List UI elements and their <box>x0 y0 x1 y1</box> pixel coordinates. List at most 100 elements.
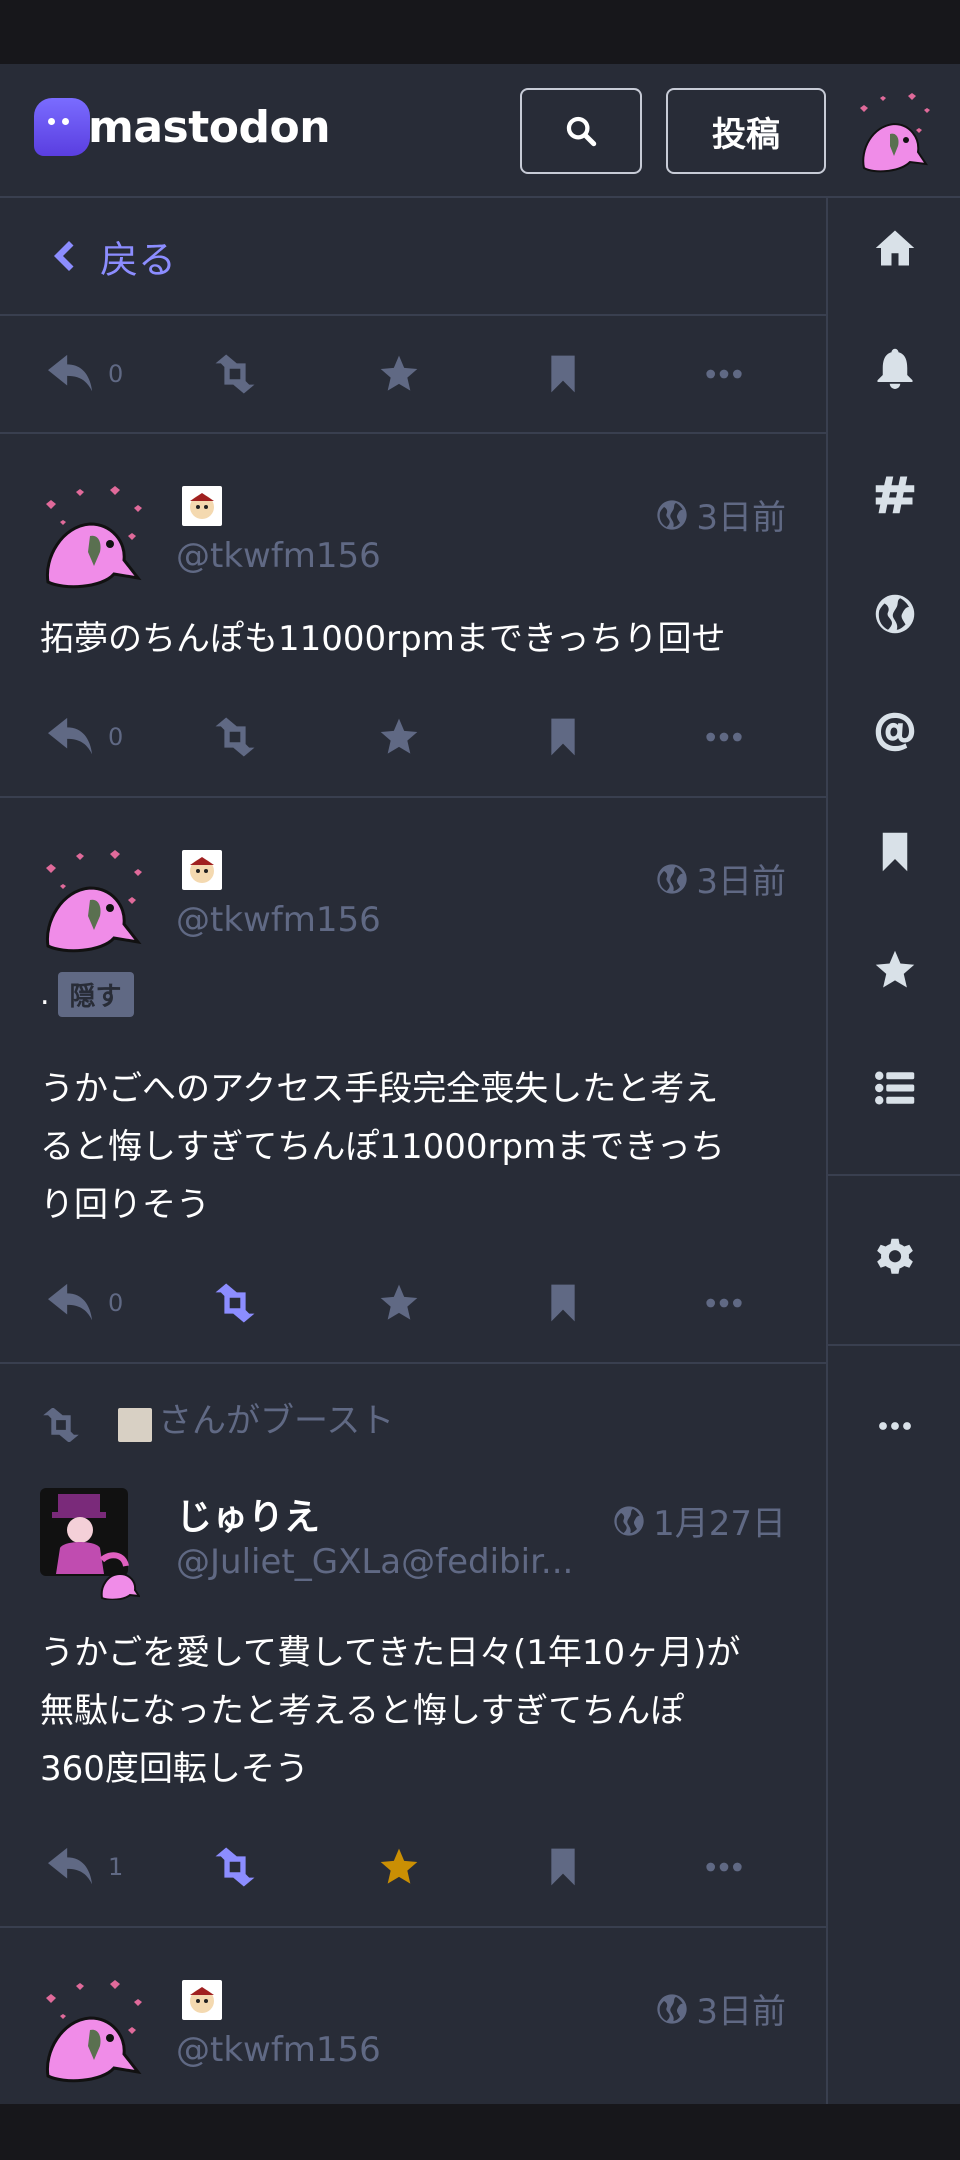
account-handle[interactable]: @Juliet_GXLa@fedibir... <box>176 1542 573 1582</box>
cw-text: . <box>40 976 50 1012</box>
nav-more[interactable] <box>828 1376 960 1476</box>
account-handle[interactable]: @tkwfm156 <box>176 900 381 940</box>
boost-icon <box>40 1408 82 1442</box>
post-content: うかごを愛して費してきた日々(1年10ヶ月)が 無駄になったと考えると悔しすぎて… <box>40 1610 786 1808</box>
bookmark-icon <box>540 1283 586 1323</box>
post-time[interactable]: 3日前 <box>656 490 786 539</box>
bookmark-button[interactable] <box>540 354 704 394</box>
more-icon <box>704 717 744 757</box>
content-warning: . 隠す <box>40 968 786 1020</box>
my-avatar[interactable] <box>850 90 936 176</box>
nav-divider <box>828 1344 960 1346</box>
reply-button[interactable]: 0 <box>48 1283 212 1323</box>
avatar[interactable] <box>40 1488 140 1600</box>
star-icon <box>376 1847 422 1887</box>
cw-toggle-button[interactable]: 隠す <box>57 971 134 1017</box>
bookmark-button[interactable] <box>540 1283 704 1323</box>
at-icon <box>875 712 915 752</box>
time-label: 3日前 <box>696 1992 786 2032</box>
reply-icon <box>48 1283 94 1323</box>
post-content: うかごへのアクセス手段完全喪失したと考え ると悔しすぎてちんぽ11000rpmま… <box>40 1020 786 1244</box>
avatar[interactable] <box>40 846 150 956</box>
status-post[interactable]: @tkwfm156 3日前 <box>0 1968 826 2098</box>
status-post[interactable]: @tkwfm156 3日前 拓夢のちんぽも11000rpmまできっちり回せ 0 <box>0 474 826 798</box>
nav-lists[interactable] <box>828 1038 960 1138</box>
post-time[interactable]: 3日前 <box>656 854 786 903</box>
search-icon <box>566 116 597 147</box>
nav-bookmarks[interactable] <box>828 802 960 902</box>
favourite-button[interactable] <box>376 1283 540 1323</box>
boost-button[interactable] <box>212 1847 376 1887</box>
boost-button[interactable] <box>212 354 376 394</box>
globe-icon <box>656 863 688 895</box>
favourite-button[interactable] <box>376 354 540 394</box>
custom-emoji-icon <box>182 1980 222 2020</box>
reply-icon <box>48 354 94 394</box>
content-line: うかごを愛して費してきた日々(1年10ヶ月)が <box>40 1633 741 1673</box>
system-navigation-bar <box>0 2104 960 2160</box>
content-line: 無駄になったと考えると悔しすぎてちんぽ <box>40 1691 685 1731</box>
nav-home[interactable] <box>828 198 960 298</box>
post-time[interactable]: 1月27日 <box>613 1496 786 1545</box>
globe-icon <box>656 1993 688 2025</box>
more-button[interactable] <box>704 1283 784 1323</box>
star-icon <box>376 354 422 394</box>
reply-button[interactable]: 0 <box>48 717 212 757</box>
display-name[interactable]: じゅりえ <box>176 1488 320 1540</box>
boost-icon <box>212 1847 258 1887</box>
reply-count: 0 <box>108 1289 124 1317</box>
nav-divider <box>828 1174 960 1176</box>
content-line: ると悔しすぎてちんぽ11000rpmまできっち <box>40 1127 725 1167</box>
boost-button[interactable] <box>212 1283 376 1323</box>
post-button[interactable]: 投稿 <box>666 88 826 174</box>
nav-preferences[interactable] <box>828 1208 960 1308</box>
boost-icon <box>212 717 258 757</box>
favourite-button[interactable] <box>376 717 540 757</box>
boost-icon <box>212 1283 258 1323</box>
nav-mentions[interactable] <box>828 682 960 782</box>
nav-favourites[interactable] <box>828 920 960 1020</box>
status-post[interactable]: @tkwfm156 3日前 . 隠す うかごへのアクセス手段完全喪失したと考え … <box>0 838 826 1364</box>
star-icon <box>376 717 422 757</box>
more-button[interactable] <box>704 717 784 757</box>
star-icon <box>874 949 916 991</box>
home-icon <box>875 230 915 266</box>
avatar[interactable] <box>40 1976 150 2086</box>
content-line: うかごへのアクセス手段完全喪失したと考え <box>40 1069 719 1109</box>
custom-emoji-icon <box>182 486 222 526</box>
hashtag-icon <box>875 476 915 514</box>
avatar[interactable] <box>40 482 150 592</box>
back-button[interactable]: 戻る <box>0 198 826 316</box>
more-icon <box>704 354 744 394</box>
globe-icon <box>613 1505 645 1537</box>
time-label: 1月27日 <box>653 1504 786 1544</box>
nav-explore[interactable] <box>828 444 960 544</box>
more-button[interactable] <box>704 354 784 394</box>
content-line: り回りそう <box>40 1185 210 1225</box>
bookmark-button[interactable] <box>540 717 704 757</box>
status-post-boosted[interactable]: さんがブースト じゅりえ @Juliet_GXLa@fedibir... 1月2… <box>0 1364 826 1928</box>
nav-federated[interactable] <box>828 564 960 664</box>
more-icon <box>704 1283 744 1323</box>
nav-notifications[interactable] <box>828 318 960 418</box>
account-handle[interactable]: @tkwfm156 <box>176 2030 381 2070</box>
reply-count: 0 <box>108 360 124 388</box>
mastodon-logo[interactable]: mastodon <box>34 98 331 156</box>
bookmark-button[interactable] <box>540 1847 704 1887</box>
boost-icon <box>212 354 258 394</box>
gear-icon <box>877 1238 913 1274</box>
more-icon <box>704 1847 744 1887</box>
chevron-left-icon <box>54 241 74 271</box>
booster-avatar[interactable] <box>118 1408 152 1442</box>
search-button[interactable] <box>520 88 642 174</box>
reply-count: 1 <box>108 1853 124 1881</box>
post-time[interactable]: 3日前 <box>656 1984 786 2033</box>
favourite-button[interactable] <box>376 1847 540 1887</box>
reply-button[interactable]: 0 <box>48 354 212 394</box>
account-handle[interactable]: @tkwfm156 <box>176 536 381 576</box>
mastodon-logo-icon <box>34 98 90 156</box>
top-action-bar: 0 <box>0 316 826 434</box>
more-button[interactable] <box>704 1847 784 1887</box>
boost-button[interactable] <box>212 717 376 757</box>
reply-button[interactable]: 1 <box>48 1847 212 1887</box>
